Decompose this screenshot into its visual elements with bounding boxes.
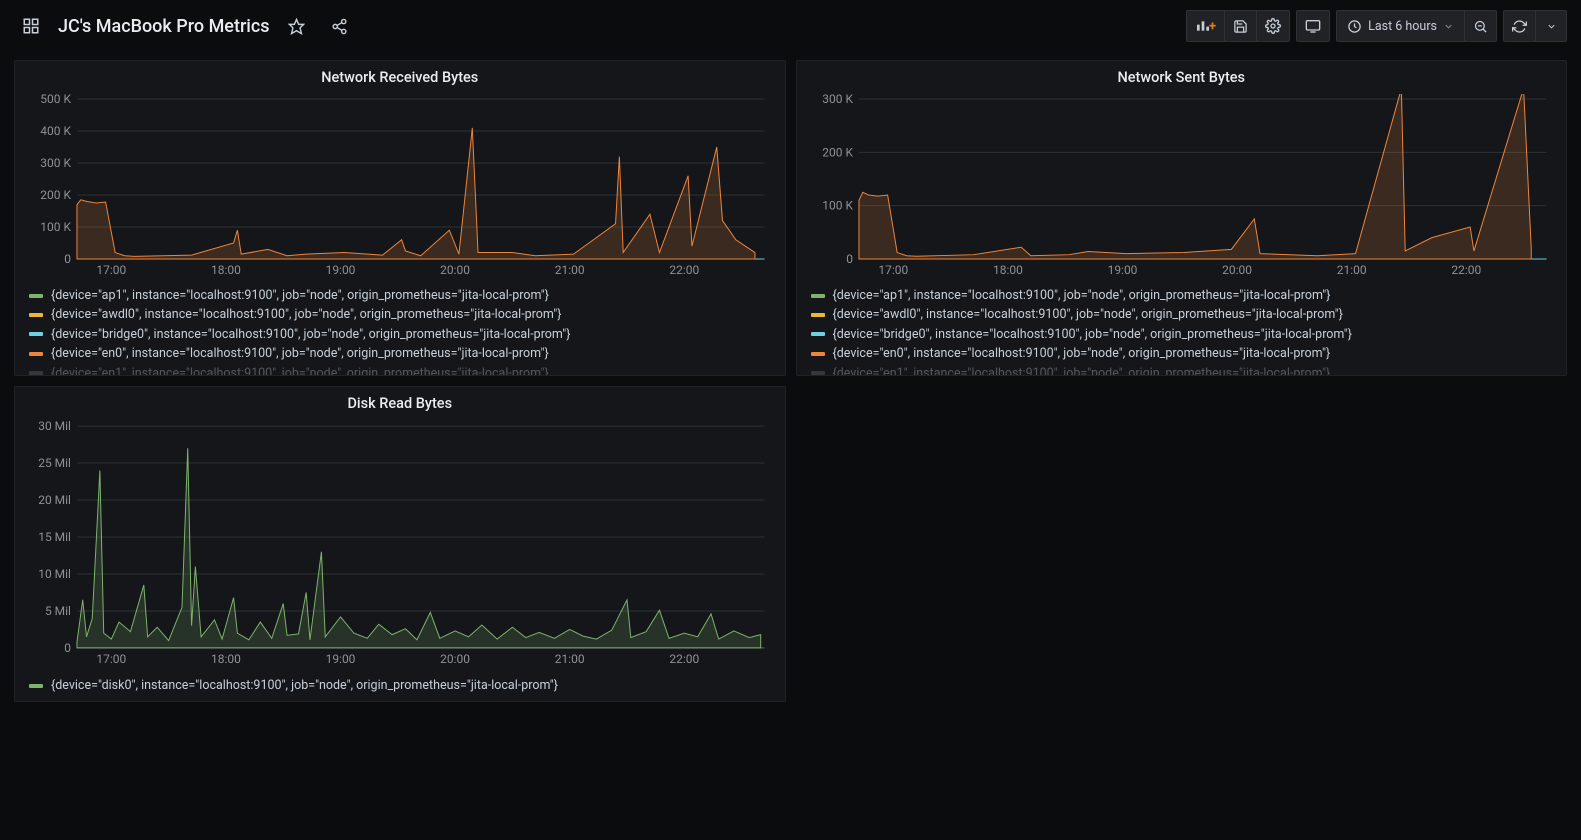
legend-label: {device="en0", instance="localhost:9100"… [833,344,1331,363]
settings-button[interactable] [1256,10,1290,42]
panel-disk-read[interactable]: Disk Read Bytes 0 5 Mil 10 Mil 15 Mil 20 Mil… [14,386,786,702]
legend-swatch [811,352,825,356]
svg-text:300 K: 300 K [40,156,71,170]
refresh-interval-picker[interactable] [1535,10,1567,42]
panel-network-received[interactable]: Network Received Bytes 0 100 K 200 K 300 K 4… [14,60,786,376]
legend-swatch [811,294,825,298]
legend: {device="ap1", instance="localhost:9100"… [797,280,1567,375]
legend-item[interactable]: {device="awdl0", instance="localhost:910… [29,305,771,324]
svg-text:21:00: 21:00 [555,263,585,277]
svg-text:21:00: 21:00 [1336,263,1366,277]
share-icon[interactable] [323,10,356,42]
svg-text:20:00: 20:00 [440,263,470,277]
legend-swatch [29,332,43,336]
svg-text:100 K: 100 K [40,220,71,234]
time-range-label: Last 6 hours [1368,19,1437,34]
legend-label: {device="disk0", instance="localhost:910… [51,676,558,695]
legend-label: {device="ap1", instance="localhost:9100"… [51,286,549,305]
svg-text:17:00: 17:00 [96,263,126,277]
chevron-down-icon [1546,21,1557,32]
legend-swatch [811,313,825,317]
apps-icon[interactable] [14,10,48,42]
time-range-picker[interactable]: Last 6 hours [1336,10,1465,42]
zoom-out-button[interactable] [1464,10,1497,42]
panel-title: Disk Read Bytes [15,387,785,416]
legend-item[interactable]: {device="en0", instance="localhost:9100"… [811,344,1553,363]
panel-title: Network Sent Bytes [797,61,1567,90]
svg-text:22:00: 22:00 [1451,263,1481,277]
svg-text:25 Mil: 25 Mil [38,456,71,470]
legend-label: {device="ap1", instance="localhost:9100"… [833,286,1331,305]
svg-text:18:00: 18:00 [211,263,241,277]
chevron-down-icon [1443,21,1454,32]
legend-swatch [29,294,43,298]
tv-mode-button[interactable] [1296,10,1330,42]
svg-text:19:00: 19:00 [326,652,356,666]
svg-text:0: 0 [64,252,71,266]
svg-text:400 K: 400 K [40,124,71,138]
svg-text:10 Mil: 10 Mil [38,567,71,581]
svg-text:18:00: 18:00 [211,652,241,666]
refresh-button[interactable] [1503,10,1536,42]
legend-item[interactable]: {device="en0", instance="localhost:9100"… [29,344,771,363]
legend-item[interactable]: {device="ap1", instance="localhost:9100"… [29,286,771,305]
legend-swatch [29,684,43,688]
legend: {device="ap1", instance="localhost:9100"… [15,280,785,375]
legend-item[interactable]: {device="disk0", instance="localhost:910… [29,676,771,695]
panel-network-sent[interactable]: Network Sent Bytes 0 100 K 200 K 300 K 17:00… [796,60,1568,376]
legend-label: {device="en0", instance="localhost:9100"… [51,344,549,363]
legend-label: {device="bridge0", instance="localhost:9… [833,325,1353,344]
svg-text:200 K: 200 K [822,145,853,159]
svg-text:19:00: 19:00 [1107,263,1137,277]
svg-text:100 K: 100 K [822,199,853,213]
svg-text:20 Mil: 20 Mil [38,493,71,507]
svg-text:0: 0 [64,641,71,655]
legend-item[interactable]: {device="awdl0", instance="localhost:910… [811,305,1553,324]
add-panel-button[interactable]: + [1186,10,1225,42]
svg-text:20:00: 20:00 [440,652,470,666]
plus-icon: + [1209,19,1216,34]
save-button[interactable] [1224,10,1257,42]
svg-text:19:00: 19:00 [326,263,356,277]
svg-text:15 Mil: 15 Mil [38,530,71,544]
dashboard-header: JC's MacBook Pro Metrics + [0,0,1581,52]
legend-item[interactable]: {device="en1", instance="localhost:9100"… [811,364,1553,376]
svg-text:5 Mil: 5 Mil [45,604,71,618]
legend-label: {device="awdl0", instance="localhost:910… [833,305,1343,324]
svg-text:17:00: 17:00 [878,263,908,277]
panel-title: Network Received Bytes [15,61,785,90]
svg-text:30 Mil: 30 Mil [38,420,71,433]
svg-text:22:00: 22:00 [669,263,699,277]
dashboard-title[interactable]: JC's MacBook Pro Metrics [58,16,270,37]
svg-text:17:00: 17:00 [96,652,126,666]
legend-swatch [29,352,43,356]
legend-label: {device="awdl0", instance="localhost:910… [51,305,561,324]
legend-item[interactable]: {device="bridge0", instance="localhost:9… [29,325,771,344]
svg-text:200 K: 200 K [40,188,71,202]
svg-text:22:00: 22:00 [669,652,699,666]
legend-label: {device="bridge0", instance="localhost:9… [51,325,571,344]
legend-item[interactable]: {device="ap1", instance="localhost:9100"… [811,286,1553,305]
legend: {device="disk0", instance="localhost:910… [15,670,785,701]
svg-text:21:00: 21:00 [555,652,585,666]
legend-swatch [811,332,825,336]
svg-text:20:00: 20:00 [1222,263,1252,277]
svg-text:500 K: 500 K [40,94,71,106]
svg-text:18:00: 18:00 [993,263,1023,277]
svg-text:0: 0 [846,252,853,266]
svg-text:300 K: 300 K [822,94,853,106]
star-icon[interactable] [280,10,313,42]
legend-item[interactable]: {device="bridge0", instance="localhost:9… [811,325,1553,344]
legend-item[interactable]: {device="en1", instance="localhost:9100"… [29,364,771,376]
legend-swatch [29,313,43,317]
